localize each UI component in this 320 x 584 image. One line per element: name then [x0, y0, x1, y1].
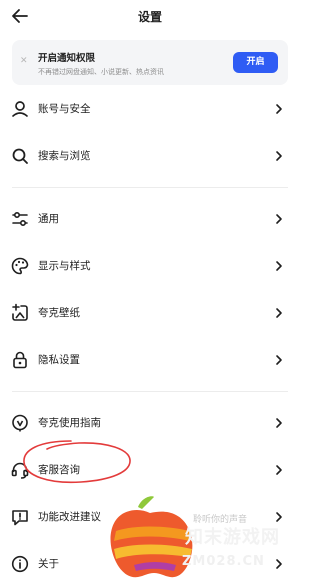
sliders-icon [10, 209, 30, 229]
chevron-right-icon [274, 464, 284, 476]
row-label: 功能改进建议 [38, 511, 101, 523]
header-bar: 设置 [0, 0, 300, 32]
notification-banner: ✕ 开启通知权限 不再错过网盘通知、小说更新、热点资讯 开启 [12, 40, 288, 85]
settings-row-general[interactable]: 通用 [0, 202, 300, 236]
divider [12, 391, 288, 392]
settings-row-search[interactable]: 搜索与浏览 [0, 139, 300, 173]
lock-icon [10, 350, 30, 370]
person-icon [10, 99, 30, 119]
row-label: 显示与样式 [38, 260, 91, 272]
row-label: 夸克使用指南 [38, 417, 101, 429]
chevron-right-icon [274, 103, 284, 115]
notification-subtitle: 不再错过网盘通知、小说更新、热点资讯 [38, 68, 164, 76]
row-label: 夸克壁纸 [38, 307, 80, 319]
wallpaper-icon [10, 303, 30, 323]
feedback-icon [10, 507, 30, 527]
search-icon [10, 146, 30, 166]
palette-icon [10, 256, 30, 276]
guide-icon [10, 413, 30, 433]
settings-row-account[interactable]: 账号与安全 [0, 92, 300, 126]
chevron-right-icon [274, 417, 284, 429]
settings-row-privacy[interactable]: 隐私设置 [0, 343, 300, 377]
chevron-right-icon [274, 307, 284, 319]
page-title: 设置 [137, 10, 162, 24]
red-annotation-circle [19, 438, 133, 486]
divider [12, 187, 288, 188]
row-label: 搜索与浏览 [38, 150, 91, 162]
chevron-right-icon [274, 213, 284, 225]
settings-row-wallpaper[interactable]: 夸克壁纸 [0, 296, 300, 330]
row-label: 关于 [38, 558, 59, 570]
settings-row-display[interactable]: 显示与样式 [0, 249, 300, 283]
notification-title: 开启通知权限 [38, 53, 96, 64]
chevron-right-icon [274, 354, 284, 366]
row-label: 隐私设置 [38, 354, 80, 366]
chevron-right-icon [274, 260, 284, 272]
enable-notification-button[interactable]: 开启 [233, 52, 278, 73]
watermark-domain: ZM028.CN [182, 554, 265, 569]
close-icon[interactable]: ✕ [20, 55, 30, 67]
chevron-right-icon [274, 150, 284, 162]
watermark-site-name: 知末游戏网 [185, 527, 280, 548]
row-label: 通用 [38, 213, 59, 225]
row-label: 账号与安全 [38, 103, 91, 115]
settings-row-guide[interactable]: 夸克使用指南 [0, 406, 300, 440]
info-icon [10, 554, 30, 574]
